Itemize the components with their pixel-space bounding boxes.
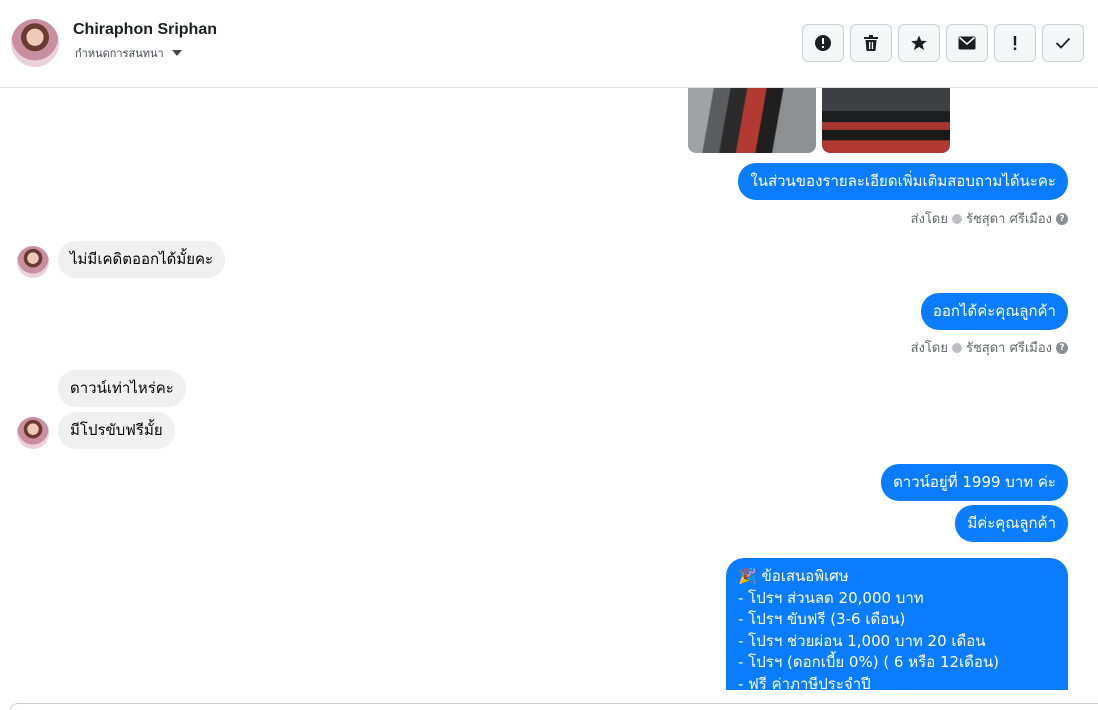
incoming-message[interactable]: ไม่มีเคดิตออกได้มั้ยคะ — [58, 241, 226, 278]
car-dashboard-photo[interactable] — [822, 88, 950, 153]
report-icon — [814, 34, 832, 52]
conversation-settings-label: กำหนดการสนทนา — [75, 48, 164, 60]
check-icon — [1055, 37, 1071, 49]
conversation-settings-dropdown[interactable]: กำหนดการสนทนา — [75, 44, 182, 62]
star-button[interactable] — [898, 24, 940, 62]
envelope-icon — [958, 36, 976, 50]
party-popper-icon: 🎉 — [738, 567, 757, 585]
mark-spam-button[interactable] — [994, 24, 1036, 62]
star-icon — [910, 34, 928, 52]
delete-button[interactable] — [850, 24, 892, 62]
sent-by-name[interactable]: รัชสุดา ศรีเมือง — [966, 208, 1052, 229]
exclamation-icon — [1012, 35, 1018, 51]
page-admin-icon — [951, 342, 962, 353]
sent-by-label: ส่งโดย — [910, 341, 948, 356]
offer-line: - โปรฯ ขับฟรี (3-6 เดือน) — [738, 610, 906, 628]
sent-by-name[interactable]: รัชสุดา ศรีเมือง — [966, 337, 1052, 358]
offer-line: - โปรฯ ช่วยผ่อน 1,000 บาท 20 เดือน — [738, 631, 986, 650]
trash-icon — [863, 34, 879, 52]
offer-line: - โปรฯ ส่วนลด 20,000 บาท — [738, 588, 924, 607]
incoming-message[interactable]: มีโปรขับฟรีมั้ย — [58, 412, 175, 449]
outgoing-message[interactable]: ออกได้ค่ะคุณลูกค้า — [920, 293, 1068, 330]
contact-avatar[interactable] — [11, 19, 59, 67]
offer-title-row: 🎉 ข้อเสนอพิเศษ — [738, 566, 1056, 588]
report-button[interactable] — [802, 24, 844, 62]
mark-unread-button[interactable] — [946, 24, 988, 62]
offer-title: ข้อเสนอพิเศษ — [761, 567, 849, 585]
page-admin-icon — [951, 213, 962, 224]
conversation-header: Chiraphon Sriphan กำหนดการสนทนา — [0, 0, 1098, 88]
sender-avatar[interactable] — [17, 246, 49, 278]
outgoing-message[interactable]: ดาวน์อยู่ที่ 1999 บาท ค่ะ — [881, 464, 1068, 501]
outgoing-message[interactable]: มีค่ะคุณลูกค้า — [955, 505, 1068, 542]
outgoing-message[interactable]: ในส่วนของรายละเอียดเพิ่มเติมสอบถามได้นะค… — [738, 163, 1068, 200]
offer-line: - โปรฯ (ดอกเบี้ย 0%) ( 6 หรือ 12เดือน) — [738, 653, 1000, 671]
car-interior-photo[interactable] — [688, 88, 816, 153]
special-offer-message[interactable]: 🎉 ข้อเสนอพิเศษ - โปรฯ ส่วนลด 20,000 บาท … — [726, 558, 1068, 690]
caret-down-icon — [171, 50, 182, 56]
sent-by-info: ส่งโดย รัชสุดา ศรีเมือง ? — [911, 208, 1068, 229]
offer-line: - ฟรี ค่าภาษีประจำปี — [738, 674, 871, 691]
sent-by-info: ส่งโดย รัชสุดา ศรีเมือง ? — [911, 337, 1068, 358]
sent-by-label: ส่งโดย — [910, 212, 948, 227]
contact-name[interactable]: Chiraphon Sriphan — [73, 21, 217, 39]
message-composer[interactable] — [10, 703, 1098, 710]
sender-avatar[interactable] — [17, 417, 49, 449]
help-icon[interactable]: ? — [1056, 341, 1068, 354]
mark-done-button[interactable] — [1042, 24, 1084, 62]
help-icon[interactable]: ? — [1056, 212, 1068, 225]
incoming-message[interactable]: ดาวน์เท่าไหร่คะ — [58, 370, 186, 407]
